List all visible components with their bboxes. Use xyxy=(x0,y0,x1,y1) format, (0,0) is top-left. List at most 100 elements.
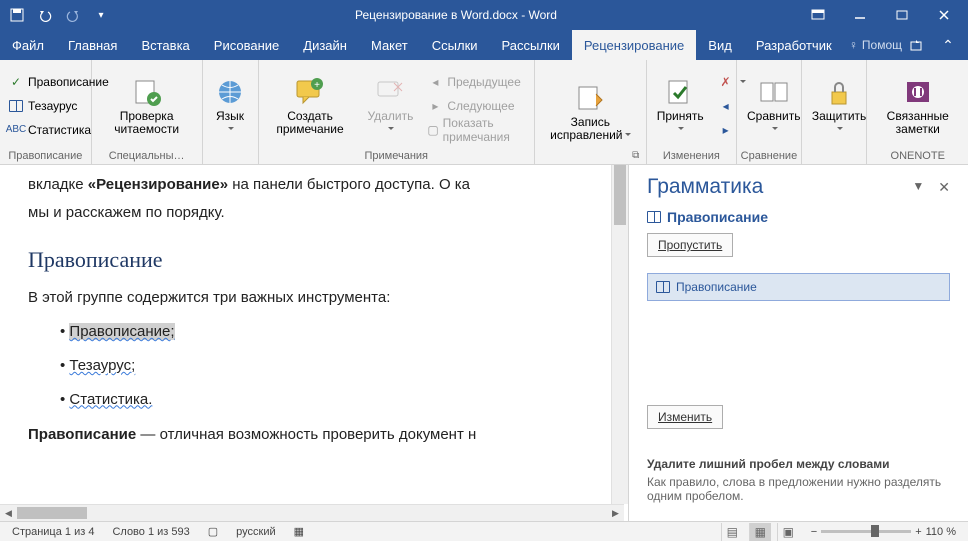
accept-label: Принять xyxy=(657,110,704,136)
accept-icon xyxy=(664,76,696,108)
quick-access-toolbar: ▾ xyxy=(4,2,114,28)
status-page[interactable]: Страница 1 из 4 xyxy=(6,526,100,538)
share-button[interactable] xyxy=(910,38,930,52)
status-language[interactable]: русский xyxy=(230,526,281,538)
suggestion-label: Правописание xyxy=(676,280,757,294)
show-comments-label: Показать примечания xyxy=(443,116,526,144)
comment-new-icon: + xyxy=(294,76,326,108)
group-language: Язык xyxy=(203,60,259,164)
pane-subheading: Правописание xyxy=(647,209,950,225)
group-compare-label: Сравнение xyxy=(741,148,797,164)
view-print-icon[interactable]: ▦ xyxy=(749,523,771,541)
minimize-button[interactable] xyxy=(840,0,880,30)
close-button[interactable] xyxy=(924,0,964,30)
track-changes-button[interactable]: Запись исправлений xyxy=(539,73,642,151)
collapse-ribbon-icon[interactable]: ⌃ xyxy=(938,37,958,54)
skip-button[interactable]: Пропустить xyxy=(647,233,733,257)
svg-text:+: + xyxy=(314,80,320,91)
prev-comment-label: Предыдущее xyxy=(447,75,520,89)
zoom-thumb[interactable] xyxy=(871,525,879,537)
tab-view[interactable]: Вид xyxy=(696,30,744,60)
show-icon: ▢ xyxy=(427,122,438,138)
globe-icon xyxy=(214,76,246,108)
zoom-slider[interactable] xyxy=(821,530,911,533)
book-icon xyxy=(647,211,661,223)
dialog-launcher-icon[interactable]: ⧉ xyxy=(630,150,642,162)
lightbulb-icon: ♀ xyxy=(849,38,858,52)
group-language-label xyxy=(207,148,254,164)
group-changes: Принять ✗ ◂ ▸ Изменения xyxy=(647,60,737,164)
new-comment-label: Создать примечание xyxy=(269,110,352,136)
save-button[interactable] xyxy=(4,2,30,28)
tab-layout[interactable]: Макет xyxy=(359,30,420,60)
group-compare: Сравнить Сравнение xyxy=(737,60,802,164)
protect-button[interactable]: Защитить xyxy=(806,67,872,145)
list-item: Тезаурус; xyxy=(60,355,596,377)
view-web-icon[interactable]: ▣ xyxy=(777,523,799,541)
tab-review[interactable]: Рецензирование xyxy=(572,30,696,60)
redo-button[interactable] xyxy=(60,2,86,28)
zoom-in-button[interactable]: + xyxy=(915,526,921,538)
accessibility-check-button[interactable]: Проверка читаемости xyxy=(96,67,198,145)
compare-icon xyxy=(758,76,790,108)
thesaurus-label: Тезаурус xyxy=(28,99,77,113)
group-accessibility: Проверка читаемости Специальны… xyxy=(92,60,203,164)
show-comments-button[interactable]: ▢ Показать примечания xyxy=(423,119,530,141)
document-area[interactable]: вкладке «Рецензирование» на панели быстр… xyxy=(0,165,624,521)
group-tracking: Запись исправлений ⧉ xyxy=(535,60,647,164)
delete-comment-button[interactable]: Удалить xyxy=(362,67,420,145)
tell-me-label: Помощ xyxy=(862,38,902,52)
next-comment-button[interactable]: ▸Следующее xyxy=(423,95,530,117)
language-button[interactable]: Язык xyxy=(207,67,254,145)
status-words[interactable]: Слово 1 из 593 xyxy=(106,526,195,538)
status-macro-icon[interactable]: ▦ xyxy=(288,525,310,538)
explanation-text: Как правило, слова в предложении нужно р… xyxy=(647,475,950,503)
pane-options-icon[interactable]: ▼ xyxy=(912,179,924,196)
view-read-icon[interactable]: ▤ xyxy=(721,523,743,541)
status-proof-icon[interactable]: ▢ xyxy=(202,525,224,538)
group-protect: Защитить xyxy=(802,60,868,164)
delete-comment-label: Удалить xyxy=(368,110,414,136)
pane-close-icon[interactable]: ✕ xyxy=(938,179,950,196)
compare-button[interactable]: Сравнить xyxy=(741,67,806,145)
suggestion-item[interactable]: Правописание xyxy=(647,273,950,301)
ribbon-display-options[interactable] xyxy=(798,0,838,30)
tell-me[interactable]: ♀ Помощ xyxy=(849,38,902,52)
prev-comment-button[interactable]: ◂Предыдущее xyxy=(423,71,530,93)
vertical-scrollbar[interactable] xyxy=(611,165,628,504)
maximize-button[interactable] xyxy=(882,0,922,30)
book-icon xyxy=(8,98,24,114)
check-icon: ✓ xyxy=(8,74,24,90)
tab-home[interactable]: Главная xyxy=(56,30,129,60)
tab-references[interactable]: Ссылки xyxy=(420,30,490,60)
prev-change-icon: ◂ xyxy=(718,98,734,114)
change-button[interactable]: Изменить xyxy=(647,405,723,429)
tab-insert[interactable]: Вставка xyxy=(129,30,201,60)
undo-button[interactable] xyxy=(32,2,58,28)
zoom-out-button[interactable]: − xyxy=(811,526,817,538)
zoom-level[interactable]: 110 % xyxy=(926,526,956,538)
scrollbar-thumb[interactable] xyxy=(614,165,626,225)
protect-label: Защитить xyxy=(812,110,866,136)
next-change-icon: ▸ xyxy=(718,122,734,138)
qat-customize[interactable]: ▾ xyxy=(88,2,114,28)
group-onenote: Связанные заметки ONENOTE xyxy=(867,60,968,164)
tab-developer[interactable]: Разработчик xyxy=(744,30,844,60)
tab-file[interactable]: Файл xyxy=(0,30,56,60)
pane-title: Грамматика xyxy=(647,175,763,199)
horizontal-scrollbar[interactable]: ◀ ▶ xyxy=(0,504,624,521)
titlebar: ▾ Рецензирование в Word.docx - Word xyxy=(0,0,968,30)
tab-draw[interactable]: Рисование xyxy=(202,30,291,60)
scrollbar-thumb[interactable] xyxy=(17,507,87,519)
tab-mailings[interactable]: Рассылки xyxy=(490,30,572,60)
tab-design[interactable]: Дизайн xyxy=(291,30,359,60)
onenote-button[interactable]: Связанные заметки xyxy=(871,67,964,145)
scroll-right-icon[interactable]: ▶ xyxy=(607,505,624,521)
group-tracking-label: ⧉ xyxy=(539,160,642,164)
grammar-pane: Грамматика ▼ ✕ Правописание Пропустить П… xyxy=(628,165,968,521)
accept-button[interactable]: Принять xyxy=(651,67,710,145)
scroll-left-icon[interactable]: ◀ xyxy=(0,505,17,521)
list-item: Правописание; xyxy=(60,321,596,343)
compare-label: Сравнить xyxy=(747,110,800,136)
new-comment-button[interactable]: + Создать примечание xyxy=(263,67,358,145)
